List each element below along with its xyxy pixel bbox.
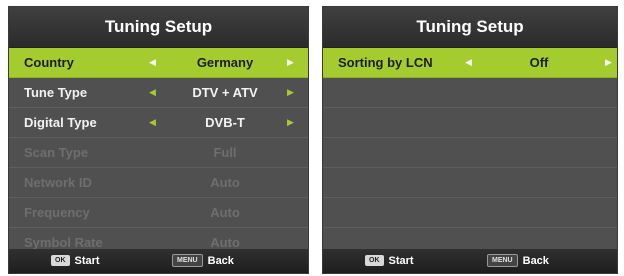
menu-row-country[interactable]: Country ◀ Germany ▶ [9,48,308,78]
row-label: Sorting by LCN [338,55,433,70]
footer-start-label: Start [74,255,100,268]
arrow-left-icon[interactable]: ◀ [149,78,156,107]
arrow-right-icon[interactable]: ▶ [287,78,294,107]
row-label: Scan Type [24,145,89,160]
row-value: DVB-T [205,115,245,130]
arrow-left-icon[interactable]: ◀ [149,48,156,77]
footer-start-label: Start [388,255,414,268]
footer-bar: OK Start MENU Back [323,249,617,273]
row-label: Country [24,55,74,70]
row-value: Full [213,145,237,160]
panel-title: Tuning Setup [9,7,308,48]
footer-back-label: Back [522,255,549,268]
footer-start[interactable]: OK Start [365,249,414,273]
empty-row [323,138,617,168]
empty-row [323,168,617,198]
menu-row-scan-type: Scan Type Full [9,138,308,168]
menu-key-icon: MENU [487,253,518,267]
empty-row [323,198,617,228]
arrow-left-icon[interactable]: ◀ [149,108,156,137]
empty-row [323,78,617,108]
menu-key-icon: MENU [172,253,203,267]
panel-title: Tuning Setup [323,7,617,48]
arrow-right-icon[interactable]: ▶ [287,48,294,77]
row-value: Off [529,55,549,70]
row-value: Auto [210,205,240,220]
footer-start[interactable]: OK Start [51,249,100,273]
ok-key-icon: OK [365,254,384,266]
row-label: Frequency [24,205,90,220]
menu-row-digital-type[interactable]: Digital Type ◀ DVB-T ▶ [9,108,308,138]
row-value: Germany [196,55,254,70]
row-value: DTV + ATV [192,85,258,100]
menu-row-sorting-by-lcn[interactable]: Sorting by LCN ◀ Off ▶ [323,48,617,78]
row-label: Network ID [24,175,92,190]
tuning-setup-panel-left: Tuning Setup Country ◀ Germany ▶ Tune Ty… [8,6,309,274]
footer-bar: OK Start MENU Back [9,249,308,273]
footer-back[interactable]: MENU Back [172,249,234,273]
footer-back[interactable]: MENU Back [487,249,549,273]
menu-row-tune-type[interactable]: Tune Type ◀ DTV + ATV ▶ [9,78,308,108]
row-label: Tune Type [24,85,88,100]
arrow-left-icon[interactable]: ◀ [465,48,472,77]
ok-key-icon: OK [51,254,70,266]
row-value: Auto [210,175,240,190]
row-label: Digital Type [24,115,97,130]
arrow-right-icon[interactable]: ▶ [287,108,294,137]
menu-row-network-id: Network ID Auto [9,168,308,198]
footer-back-label: Back [207,255,234,268]
menu-row-frequency: Frequency Auto [9,198,308,228]
arrow-right-icon[interactable]: ▶ [605,48,612,77]
empty-row [323,108,617,138]
tuning-setup-panel-right: Tuning Setup Sorting by LCN ◀ Off ▶ OK St… [322,6,618,274]
